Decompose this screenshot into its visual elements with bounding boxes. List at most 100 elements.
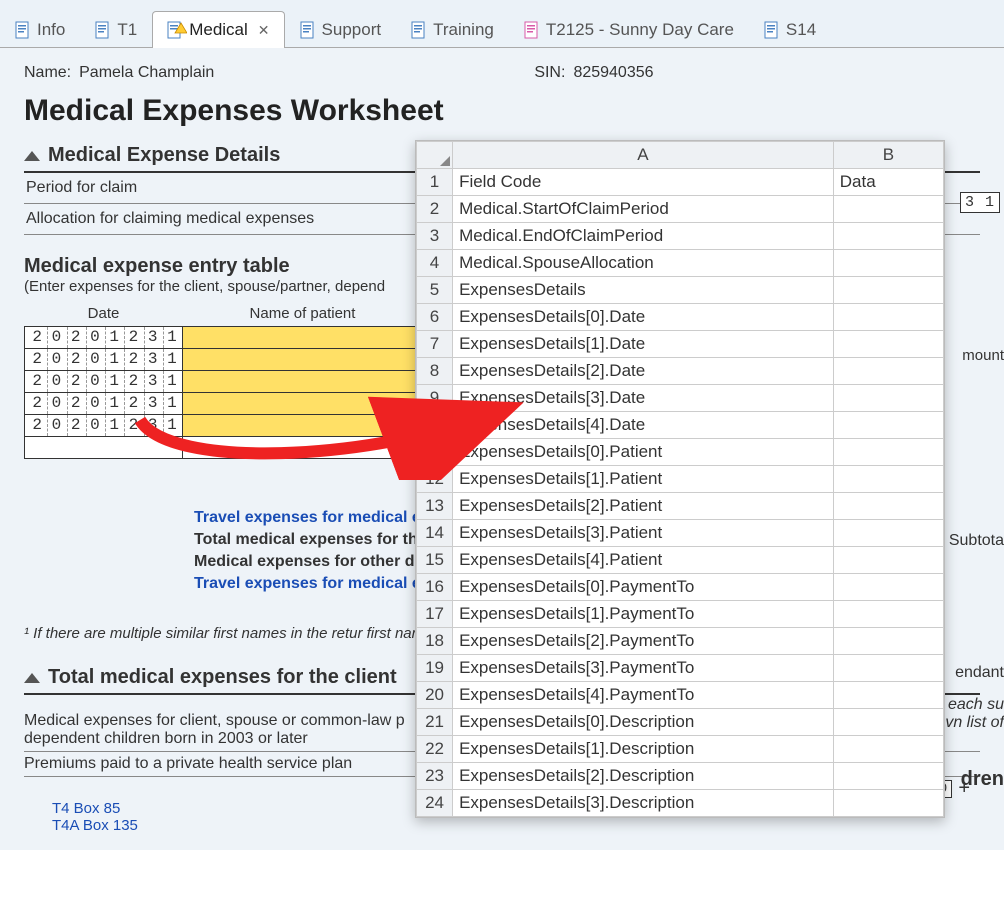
- sheet-row[interactable]: 3Medical.EndOfClaimPeriod: [417, 223, 944, 250]
- sheet-row[interactable]: 10ExpensesDetails[4].Date: [417, 412, 944, 439]
- cell-data[interactable]: [833, 412, 943, 439]
- cell-data[interactable]: [833, 196, 943, 223]
- cell-fieldcode[interactable]: ExpensesDetails: [453, 277, 834, 304]
- cell-fieldcode[interactable]: ExpensesDetails[0].Date: [453, 304, 834, 331]
- sheet-row[interactable]: 2Medical.StartOfClaimPeriod: [417, 196, 944, 223]
- close-icon[interactable]: ✕: [258, 22, 270, 39]
- sheet-row[interactable]: 8ExpensesDetails[2].Date: [417, 358, 944, 385]
- sheet-row[interactable]: 16ExpensesDetails[0].PaymentTo: [417, 574, 944, 601]
- row-header[interactable]: 21: [417, 709, 453, 736]
- cell-fieldcode[interactable]: ExpensesDetails[1].Description: [453, 736, 834, 763]
- cell-data[interactable]: [833, 304, 943, 331]
- cell-fieldcode[interactable]: ExpensesDetails[1].Patient: [453, 466, 834, 493]
- cell-data[interactable]: Data: [833, 169, 943, 196]
- cell-fieldcode[interactable]: Field Code: [453, 169, 834, 196]
- cell-fieldcode[interactable]: ExpensesDetails[4].Date: [453, 412, 834, 439]
- cell-data[interactable]: [833, 682, 943, 709]
- patient-cell[interactable]: [183, 349, 423, 371]
- date-cell[interactable]: 20201231: [25, 327, 183, 349]
- sheet-row[interactable]: 9ExpensesDetails[3].Date: [417, 385, 944, 412]
- cell-fieldcode[interactable]: Medical.SpouseAllocation: [453, 250, 834, 277]
- row-header[interactable]: 10: [417, 412, 453, 439]
- patient-cell[interactable]: [183, 327, 423, 349]
- cell-fieldcode[interactable]: ExpensesDetails[2].Description: [453, 763, 834, 790]
- entry-row[interactable]: 20201231: [25, 371, 423, 393]
- cell-data[interactable]: [833, 763, 943, 790]
- col-header-a[interactable]: A: [453, 142, 834, 169]
- row-header[interactable]: 9: [417, 385, 453, 412]
- cell-fieldcode[interactable]: ExpensesDetails[3].PaymentTo: [453, 655, 834, 682]
- sheet-row[interactable]: 7ExpensesDetails[1].Date: [417, 331, 944, 358]
- cell-data[interactable]: [833, 628, 943, 655]
- cell-data[interactable]: [833, 601, 943, 628]
- cell-fieldcode[interactable]: ExpensesDetails[3].Date: [453, 385, 834, 412]
- cell-fieldcode[interactable]: ExpensesDetails[0].Description: [453, 709, 834, 736]
- sheet-row[interactable]: 20ExpensesDetails[4].PaymentTo: [417, 682, 944, 709]
- sheet-row[interactable]: 12ExpensesDetails[1].Patient: [417, 466, 944, 493]
- sheet-row[interactable]: 18ExpensesDetails[2].PaymentTo: [417, 628, 944, 655]
- col-header-b[interactable]: B: [833, 142, 943, 169]
- row-header[interactable]: 4: [417, 250, 453, 277]
- cell-fieldcode[interactable]: Medical.StartOfClaimPeriod: [453, 196, 834, 223]
- row-header[interactable]: 19: [417, 655, 453, 682]
- date-cell[interactable]: 20201231: [25, 349, 183, 371]
- row-header[interactable]: 24: [417, 790, 453, 817]
- row-header[interactable]: 14: [417, 520, 453, 547]
- row-header[interactable]: 2: [417, 196, 453, 223]
- row-header[interactable]: 22: [417, 736, 453, 763]
- row-header[interactable]: 5: [417, 277, 453, 304]
- cell-fieldcode[interactable]: ExpensesDetails[3].Description: [453, 790, 834, 817]
- sheet-row[interactable]: 15ExpensesDetails[4].Patient: [417, 547, 944, 574]
- sheet-row[interactable]: 1Field CodeData: [417, 169, 944, 196]
- row-header[interactable]: 16: [417, 574, 453, 601]
- cell-fieldcode[interactable]: ExpensesDetails[1].PaymentTo: [453, 601, 834, 628]
- cell-data[interactable]: [833, 439, 943, 466]
- cell-data[interactable]: [833, 358, 943, 385]
- entry-row[interactable]: 20201231: [25, 415, 423, 437]
- date-cell[interactable]: 20201231: [25, 415, 183, 437]
- row-header[interactable]: 13: [417, 493, 453, 520]
- cell-data[interactable]: [833, 250, 943, 277]
- patient-cell[interactable]: [183, 393, 423, 415]
- cell-fieldcode[interactable]: ExpensesDetails[3].Patient: [453, 520, 834, 547]
- cell-data[interactable]: [833, 493, 943, 520]
- entry-row[interactable]: 20201231: [25, 327, 423, 349]
- tab-s14[interactable]: S14: [749, 11, 831, 48]
- row-header[interactable]: 20: [417, 682, 453, 709]
- row-header[interactable]: 23: [417, 763, 453, 790]
- cell-fieldcode[interactable]: ExpensesDetails[0].Patient: [453, 439, 834, 466]
- patient-cell[interactable]: [183, 415, 423, 437]
- sheet-row[interactable]: 24ExpensesDetails[3].Description: [417, 790, 944, 817]
- date-cell[interactable]: 20201231: [25, 393, 183, 415]
- cell-fieldcode[interactable]: ExpensesDetails[4].Patient: [453, 547, 834, 574]
- cell-fieldcode[interactable]: ExpensesDetails[2].Date: [453, 358, 834, 385]
- cell-data[interactable]: [833, 520, 943, 547]
- cell-data[interactable]: [833, 547, 943, 574]
- row-header[interactable]: 12: [417, 466, 453, 493]
- patient-cell[interactable]: [183, 371, 423, 393]
- cell-data[interactable]: [833, 385, 943, 412]
- sheet-row[interactable]: 11ExpensesDetails[0].Patient: [417, 439, 944, 466]
- sheet-row[interactable]: 17ExpensesDetails[1].PaymentTo: [417, 601, 944, 628]
- row-header[interactable]: 15: [417, 547, 453, 574]
- sheet-row[interactable]: 5ExpensesDetails: [417, 277, 944, 304]
- tab-support[interactable]: Support: [285, 11, 397, 48]
- tab-t1[interactable]: T1: [80, 11, 152, 48]
- cell-fieldcode[interactable]: ExpensesDetails[4].PaymentTo: [453, 682, 834, 709]
- row-header[interactable]: 17: [417, 601, 453, 628]
- sheet-row[interactable]: 4Medical.SpouseAllocation: [417, 250, 944, 277]
- cell-data[interactable]: [833, 709, 943, 736]
- sheet-row[interactable]: 14ExpensesDetails[3].Patient: [417, 520, 944, 547]
- cell-data[interactable]: [833, 466, 943, 493]
- date-cell[interactable]: [25, 437, 183, 459]
- row-header[interactable]: 1: [417, 169, 453, 196]
- date-fragment[interactable]: 3 1: [960, 192, 1000, 213]
- sheet-row[interactable]: 22ExpensesDetails[1].Description: [417, 736, 944, 763]
- row-header[interactable]: 8: [417, 358, 453, 385]
- tab-medical[interactable]: Medical ✕: [152, 11, 284, 48]
- cell-data[interactable]: [833, 655, 943, 682]
- row-header[interactable]: 18: [417, 628, 453, 655]
- patient-cell[interactable]: [183, 437, 423, 459]
- cell-fieldcode[interactable]: ExpensesDetails[2].Patient: [453, 493, 834, 520]
- cell-data[interactable]: [833, 277, 943, 304]
